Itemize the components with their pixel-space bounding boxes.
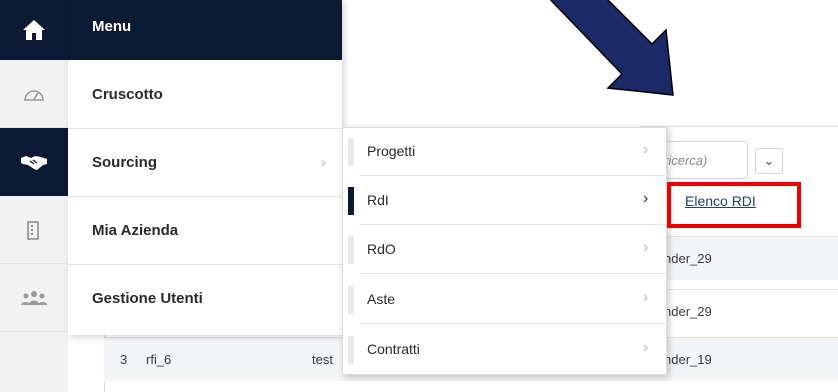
item-marker bbox=[348, 286, 354, 314]
divider bbox=[359, 224, 668, 225]
item-marker bbox=[348, 138, 354, 166]
row-owner: nder_29 bbox=[664, 304, 712, 319]
menu-item-label: Sourcing bbox=[92, 154, 158, 171]
main-menu: Menu Cruscotto Sourcing › Mia Azienda Ge… bbox=[68, 0, 342, 335]
chevron-right-icon: › bbox=[643, 190, 649, 207]
menu-item-gestione-utenti[interactable]: Gestione Utenti bbox=[68, 264, 342, 332]
item-marker bbox=[348, 236, 354, 264]
icon-rail bbox=[0, 0, 68, 392]
chevron-down-icon: ⌄ bbox=[763, 153, 775, 168]
divider bbox=[359, 273, 668, 274]
divider bbox=[359, 323, 668, 324]
submenu-item-label: RdI bbox=[367, 192, 389, 208]
handshake-icon bbox=[21, 156, 47, 170]
app-root: ricerca) ⌄ nder_29 nder_29 3 rfi_6 test … bbox=[0, 0, 838, 392]
submenu-item-label: Contratti bbox=[367, 341, 420, 357]
rail-sourcing[interactable] bbox=[0, 128, 68, 196]
divider bbox=[359, 175, 668, 176]
search-dropdown-button[interactable]: ⌄ bbox=[755, 148, 783, 174]
row-number: 3 bbox=[120, 352, 128, 367]
chevron-right-icon: › bbox=[321, 154, 326, 171]
row-owner: nder_29 bbox=[664, 251, 712, 266]
submenu-item-aste[interactable]: Aste › bbox=[343, 276, 668, 324]
row-code: rfi_6 bbox=[146, 352, 172, 367]
row-owner: nder_19 bbox=[664, 352, 712, 367]
users-icon bbox=[21, 290, 47, 305]
sourcing-submenu: Progetti › RdI › RdO › Aste › Contratti … bbox=[342, 127, 668, 375]
submenu-item-contratti[interactable]: Contratti › bbox=[343, 326, 668, 374]
menu-header: Menu bbox=[68, 0, 342, 60]
rail-cruscotto[interactable] bbox=[0, 60, 68, 128]
rail-azienda[interactable] bbox=[0, 196, 68, 264]
menu-item-sourcing[interactable]: Sourcing › bbox=[68, 128, 342, 196]
menu-item-cruscotto[interactable]: Cruscotto bbox=[68, 60, 342, 128]
menu-item-label: Cruscotto bbox=[92, 85, 163, 103]
search-placeholder: ricerca) bbox=[664, 153, 708, 168]
menu-item-label: Mia Azienda bbox=[92, 222, 179, 239]
chevron-right-icon: › bbox=[643, 339, 649, 356]
home-button[interactable] bbox=[0, 0, 68, 60]
submenu-item-label: RdO bbox=[367, 241, 396, 257]
item-marker bbox=[348, 336, 354, 364]
submenu-item-progetti[interactable]: Progetti › bbox=[343, 128, 668, 176]
chevron-right-icon: › bbox=[643, 141, 649, 158]
chevron-right-icon: › bbox=[643, 239, 649, 256]
rail-utenti[interactable] bbox=[0, 264, 68, 332]
gauge-icon bbox=[24, 89, 44, 101]
submenu-item-rdo[interactable]: RdO › bbox=[343, 226, 668, 274]
table-header-line bbox=[640, 126, 838, 127]
menu-item-mia-azienda[interactable]: Mia Azienda bbox=[68, 196, 342, 264]
menu-item-label: Gestione Utenti bbox=[92, 290, 203, 307]
building-icon bbox=[27, 220, 39, 240]
highlight-box bbox=[667, 182, 801, 228]
submenu-item-rdi[interactable]: RdI › bbox=[343, 177, 668, 225]
submenu-item-label: Progetti bbox=[367, 143, 416, 159]
home-icon bbox=[23, 20, 45, 40]
row-desc: test bbox=[312, 352, 333, 367]
submenu-item-label: Aste bbox=[367, 291, 396, 307]
active-item-marker bbox=[348, 187, 354, 215]
chevron-right-icon: › bbox=[643, 289, 649, 306]
